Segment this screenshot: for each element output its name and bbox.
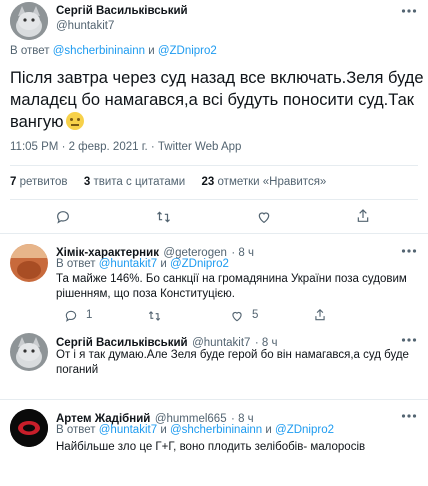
reply-icon[interactable] (55, 209, 71, 225)
reply-icon[interactable] (64, 309, 78, 323)
more-options-icon[interactable] (401, 248, 417, 254)
mention-link[interactable]: @shcherbininainn (53, 45, 145, 57)
tweet-text-line: маладєц бо намагався,а всі будуть поноси… (10, 91, 414, 109)
more-options-icon[interactable] (401, 413, 417, 419)
more-options-icon[interactable] (401, 8, 417, 14)
divider (0, 233, 428, 234)
retweet-icon[interactable] (147, 309, 162, 323)
mention-link[interactable]: @ZDnipro2 (275, 424, 334, 436)
reply-avatar[interactable] (10, 244, 48, 282)
tweet-text-line: вангую (10, 111, 424, 133)
tweet-text-line: Після завтра через суд назад все включат… (10, 69, 424, 87)
divider (10, 165, 418, 166)
tweet-text: Після завтра через суд назад все включат… (10, 67, 424, 133)
divider (0, 399, 428, 400)
mention-link[interactable]: @ZDnipro2 (158, 45, 217, 57)
author-handle[interactable]: @huntakit7 (56, 20, 114, 32)
logo-avatar-icon (10, 409, 48, 447)
emoji (65, 112, 84, 130)
quotes-stat[interactable]: 3 твита с цитатами (84, 176, 185, 188)
cat-avatar-icon (10, 333, 48, 371)
tweet-timestamp[interactable]: 11:05 PM · 2 февр. 2021 г. · Twitter Web… (10, 141, 241, 153)
likes-stat[interactable]: 23 отметки «Нравится» (202, 176, 327, 188)
reply-count: 1 (86, 309, 93, 321)
profile-photo-icon (10, 244, 48, 282)
like-icon[interactable] (256, 209, 272, 225)
mention-link[interactable]: @huntakit7 (99, 258, 157, 270)
reply-time[interactable]: · 8 ч (231, 247, 254, 259)
retweet-icon[interactable] (155, 209, 172, 225)
reply-context: В ответ @huntakit7 и @ZDnipro2 (56, 258, 229, 270)
mention-link[interactable]: @huntakit7 (99, 424, 157, 436)
reply-text: Найбільше зло це Г+Г, воно плодить зеліб… (56, 441, 366, 453)
mention-link[interactable]: @ZDnipro2 (170, 258, 229, 270)
reply-text: Та майже 146%. Бо санкції на громадянина… (56, 273, 407, 300)
reply-avatar[interactable] (10, 409, 48, 447)
reply-context: В ответ @huntakit7 и @shcherbininainn и … (56, 424, 335, 436)
mention-link[interactable]: @shcherbininainn (170, 424, 262, 436)
share-icon[interactable] (313, 308, 327, 322)
retweets-stat[interactable]: 7 ретвитов (10, 176, 67, 188)
reply-and: и (148, 45, 155, 57)
like-icon[interactable] (230, 309, 244, 323)
more-options-icon[interactable] (401, 337, 417, 343)
share-icon[interactable] (355, 208, 371, 224)
reply-avatar[interactable] (10, 333, 48, 371)
divider (10, 199, 418, 200)
tweet-stats: 7 ретвитов 3 твита с цитатами 23 отметки… (10, 176, 326, 188)
cat-avatar-icon (10, 2, 48, 40)
reply-context: В ответ @shcherbininainn и @ZDnipro2 (10, 45, 217, 57)
like-count: 5 (252, 309, 259, 321)
reply-text: От і я так думаю.Але Зеля буде герой бо … (56, 349, 409, 376)
author-name[interactable]: Сергій Васильківський (56, 5, 188, 17)
author-avatar[interactable] (10, 2, 48, 40)
reply-prefix: В ответ (10, 45, 50, 57)
